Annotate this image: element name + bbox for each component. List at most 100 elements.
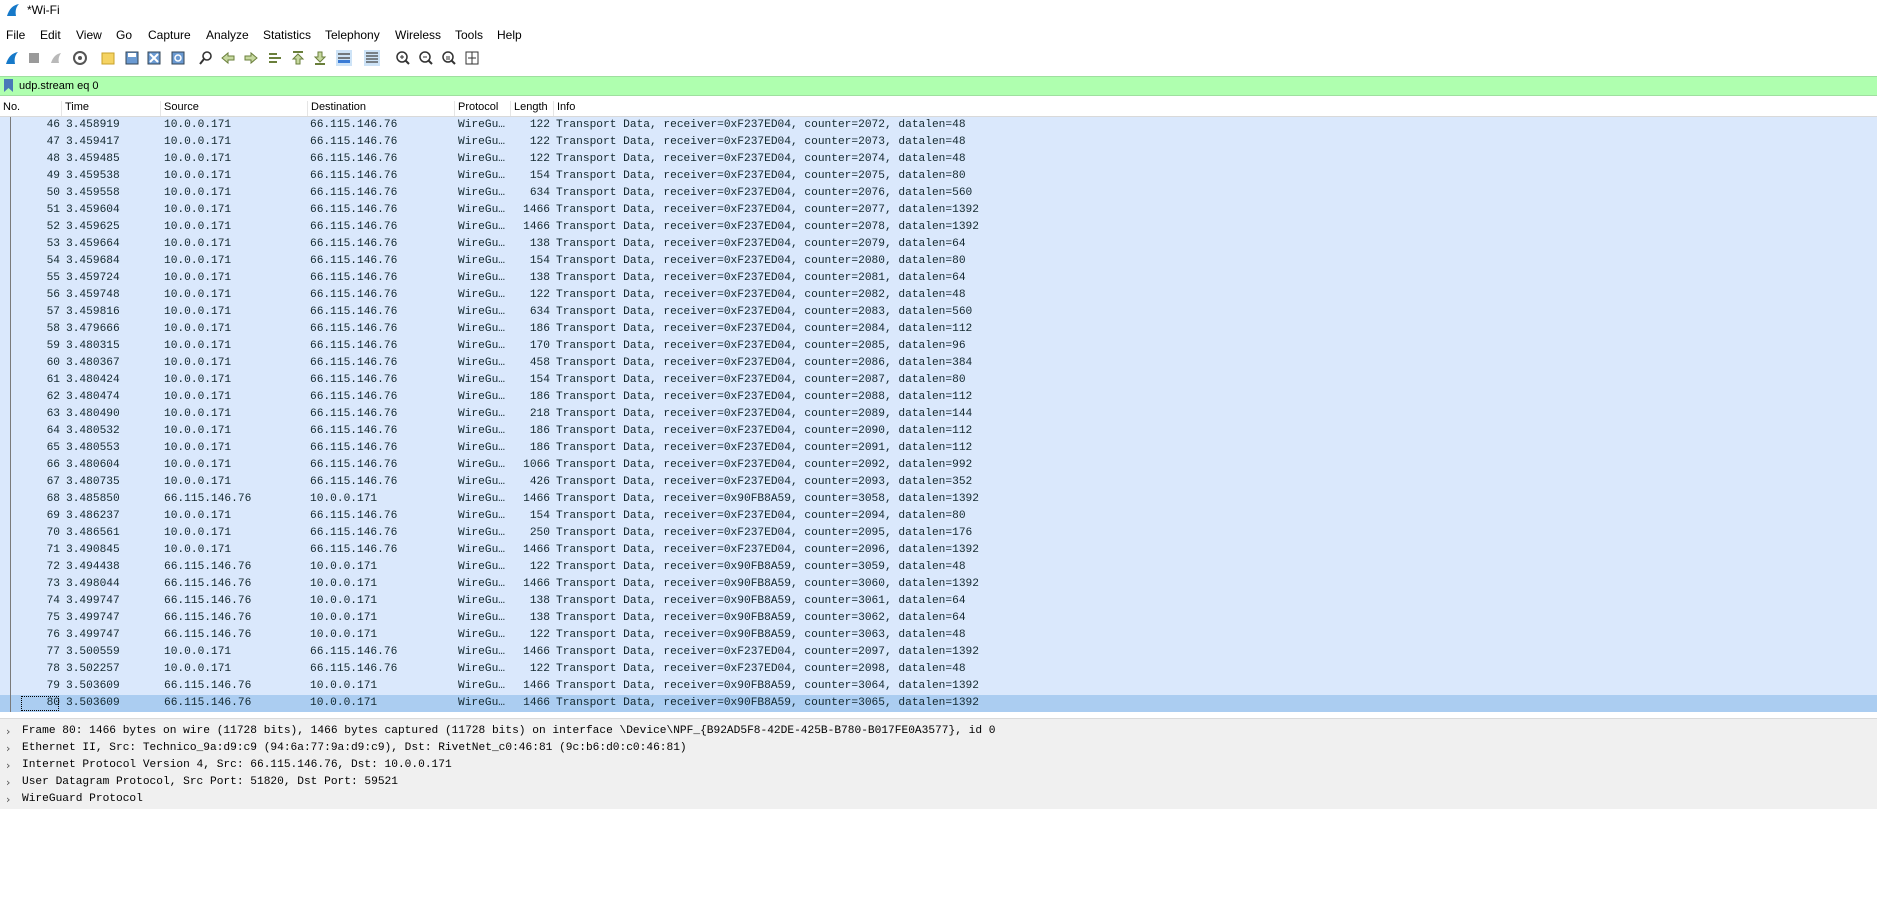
packet-row[interactable]: 64 3.480532 10.0.0.171 66.115.146.76 WireGu…… [0, 423, 1877, 440]
menu-wireless[interactable]: Wireless [395, 28, 441, 42]
packet-row[interactable]: 56 3.459748 10.0.0.171 66.115.146.76 WireGu…… [0, 287, 1877, 304]
chevron-right-icon[interactable]: › [6, 791, 10, 808]
go-back-icon[interactable] [220, 50, 236, 66]
packet-row[interactable]: 71 3.490845 10.0.0.171 66.115.146.76 WireGu…… [0, 542, 1877, 559]
packet-protocol: WireGu… [458, 272, 505, 284]
packet-row[interactable]: 79 3.503609 66.115.146.76 10.0.0.171 WireGu…… [0, 678, 1877, 695]
chevron-right-icon[interactable]: › [6, 723, 10, 740]
menu-telephony[interactable]: Telephony [325, 28, 380, 42]
find-packet-icon[interactable] [198, 50, 214, 66]
col-header-info[interactable]: Info [554, 101, 954, 116]
detail-tree-item[interactable]: › Ethernet II, Src: Technico_9a:d9:c9 (94… [0, 740, 1877, 757]
packet-row[interactable]: 51 3.459604 10.0.0.171 66.115.146.76 WireGu…… [0, 202, 1877, 219]
packet-length: 122 [529, 136, 550, 148]
col-header-length[interactable]: Length [511, 101, 554, 116]
capture-options-icon[interactable] [72, 50, 88, 66]
menu-file[interactable]: File [6, 28, 25, 42]
colorize-icon[interactable] [364, 50, 380, 66]
zoom-in-icon[interactable] [395, 50, 411, 66]
menu-statistics[interactable]: Statistics [263, 28, 311, 42]
packet-row[interactable]: 49 3.459538 10.0.0.171 66.115.146.76 WireGu…… [0, 168, 1877, 185]
filter-bookmark-icon[interactable] [3, 79, 14, 92]
packet-protocol: WireGu… [458, 544, 505, 556]
detail-tree-item[interactable]: › User Datagram Protocol, Src Port: 51820… [0, 774, 1877, 791]
packet-no: 73 [46, 578, 60, 590]
chevron-right-icon[interactable]: › [6, 740, 10, 757]
zoom-normal-icon[interactable] [441, 50, 457, 66]
packet-row[interactable]: 57 3.459816 10.0.0.171 66.115.146.76 WireGu…… [0, 304, 1877, 321]
restart-capture-icon[interactable] [48, 50, 64, 66]
col-header-protocol[interactable]: Protocol [455, 101, 511, 116]
packet-no: 62 [46, 391, 60, 403]
conversation-marker [10, 185, 11, 202]
packet-row[interactable]: 65 3.480553 10.0.0.171 66.115.146.76 WireGu…… [0, 440, 1877, 457]
packet-row[interactable]: 70 3.486561 10.0.0.171 66.115.146.76 WireGu…… [0, 525, 1877, 542]
packet-row[interactable]: 62 3.480474 10.0.0.171 66.115.146.76 WireGu…… [0, 389, 1877, 406]
reload-file-icon[interactable] [170, 50, 186, 66]
go-first-icon[interactable] [290, 50, 306, 66]
start-capture-icon[interactable] [4, 50, 20, 66]
packet-details: › Frame 80: 1466 bytes on wire (11728 bit… [0, 723, 1877, 809]
packet-row[interactable]: 76 3.499747 66.115.146.76 10.0.0.171 WireGu…… [0, 627, 1877, 644]
packet-row[interactable]: 61 3.480424 10.0.0.171 66.115.146.76 WireGu…… [0, 372, 1877, 389]
col-header-source[interactable]: Source [161, 101, 308, 116]
zoom-out-icon[interactable] [418, 50, 434, 66]
packet-row[interactable]: 54 3.459684 10.0.0.171 66.115.146.76 WireGu…… [0, 253, 1877, 270]
packet-row[interactable]: 67 3.480735 10.0.0.171 66.115.146.76 WireGu…… [0, 474, 1877, 491]
detail-tree-item[interactable]: › WireGuard Protocol [0, 791, 1877, 808]
packet-row[interactable]: 75 3.499747 66.115.146.76 10.0.0.171 WireGu…… [0, 610, 1877, 627]
packet-row[interactable]: 73 3.498044 66.115.146.76 10.0.0.171 WireGu…… [0, 576, 1877, 593]
chevron-right-icon[interactable]: › [6, 757, 10, 774]
packet-row[interactable]: 46 3.458919 10.0.0.171 66.115.146.76 WireGu…… [0, 117, 1877, 134]
col-header-time[interactable]: Time [62, 101, 161, 116]
menu-analyze[interactable]: Analyze [206, 28, 249, 42]
packet-row[interactable]: 53 3.459664 10.0.0.171 66.115.146.76 WireGu…… [0, 236, 1877, 253]
open-file-icon[interactable] [100, 50, 116, 66]
packet-no: 68 [46, 493, 60, 505]
packet-info: Transport Data, receiver=0xF237ED04, cou… [556, 340, 966, 352]
conversation-marker [10, 627, 11, 644]
packet-row[interactable]: 59 3.480315 10.0.0.171 66.115.146.76 WireGu…… [0, 338, 1877, 355]
packet-row[interactable]: 77 3.500559 10.0.0.171 66.115.146.76 WireGu…… [0, 644, 1877, 661]
go-last-icon[interactable] [312, 50, 328, 66]
packet-row[interactable]: 55 3.459724 10.0.0.171 66.115.146.76 WireGu…… [0, 270, 1877, 287]
menu-view[interactable]: View [76, 28, 102, 42]
menu-tools[interactable]: Tools [455, 28, 483, 42]
packet-row[interactable]: 69 3.486237 10.0.0.171 66.115.146.76 WireGu…… [0, 508, 1877, 525]
packet-row[interactable]: 74 3.499747 66.115.146.76 10.0.0.171 WireGu…… [0, 593, 1877, 610]
packet-info: Transport Data, receiver=0xF237ED04, cou… [556, 238, 966, 250]
packet-protocol: WireGu… [458, 680, 505, 692]
detail-tree-item[interactable]: › Internet Protocol Version 4, Src: 66.11… [0, 757, 1877, 774]
packet-row[interactable]: 60 3.480367 10.0.0.171 66.115.146.76 WireGu…… [0, 355, 1877, 372]
menu-edit[interactable]: Edit [40, 28, 61, 42]
packet-row[interactable]: 50 3.459558 10.0.0.171 66.115.146.76 WireGu…… [0, 185, 1877, 202]
close-file-icon[interactable] [146, 50, 162, 66]
packet-row[interactable]: 80 3.503609 66.115.146.76 10.0.0.171 WireGu…… [0, 695, 1877, 712]
go-to-packet-icon[interactable] [267, 50, 283, 66]
packet-row[interactable]: 47 3.459417 10.0.0.171 66.115.146.76 WireGu…… [0, 134, 1877, 151]
menu-go[interactable]: Go [116, 28, 132, 42]
packet-row[interactable]: 52 3.459625 10.0.0.171 66.115.146.76 WireGu…… [0, 219, 1877, 236]
packet-info: Transport Data, receiver=0x90FB8A59, cou… [556, 697, 979, 709]
menu-capture[interactable]: Capture [148, 28, 191, 42]
packet-row[interactable]: 63 3.480490 10.0.0.171 66.115.146.76 WireGu…… [0, 406, 1877, 423]
go-forward-icon[interactable] [243, 50, 259, 66]
packet-info: Transport Data, receiver=0xF237ED04, cou… [556, 306, 973, 318]
display-filter-input[interactable] [19, 78, 1869, 93]
packet-row[interactable]: 78 3.502257 10.0.0.171 66.115.146.76 WireGu…… [0, 661, 1877, 678]
detail-tree-item[interactable]: › Frame 80: 1466 bytes on wire (11728 bit… [0, 723, 1877, 740]
resize-columns-icon[interactable] [464, 50, 480, 66]
chevron-right-icon[interactable]: › [6, 774, 10, 791]
auto-scroll-icon[interactable] [336, 50, 352, 66]
packet-row[interactable]: 72 3.494438 66.115.146.76 10.0.0.171 WireGu…… [0, 559, 1877, 576]
packet-row[interactable]: 66 3.480604 10.0.0.171 66.115.146.76 WireGu…… [0, 457, 1877, 474]
packet-length: 122 [529, 629, 550, 641]
col-header-destination[interactable]: Destination [308, 101, 455, 116]
packet-row[interactable]: 48 3.459485 10.0.0.171 66.115.146.76 WireGu…… [0, 151, 1877, 168]
save-file-icon[interactable] [124, 50, 140, 66]
col-header-no[interactable]: No. [0, 101, 62, 116]
stop-capture-icon[interactable] [26, 50, 42, 66]
packet-row[interactable]: 68 3.485850 66.115.146.76 10.0.0.171 WireGu…… [0, 491, 1877, 508]
packet-row[interactable]: 58 3.479666 10.0.0.171 66.115.146.76 WireGu…… [0, 321, 1877, 338]
menu-help[interactable]: Help [497, 28, 522, 42]
